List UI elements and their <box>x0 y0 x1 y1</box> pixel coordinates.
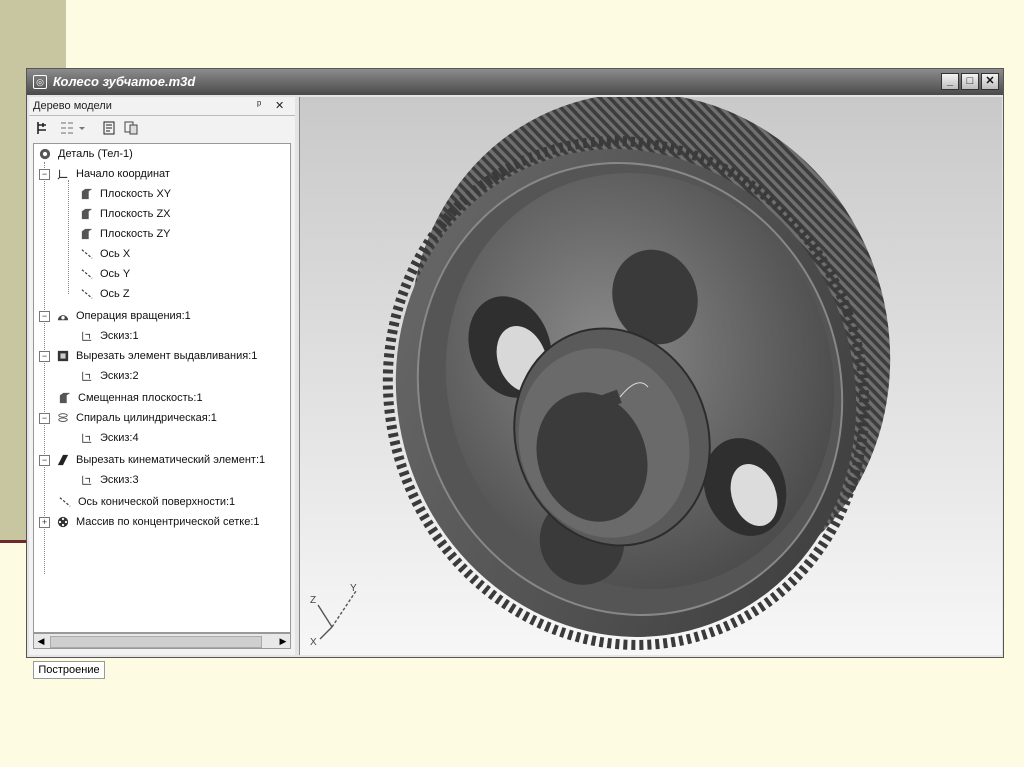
collapse-toggle[interactable]: − <box>39 350 50 362</box>
tree-item-label: Плоскость XY <box>100 188 172 200</box>
tree-item-label: Ось Y <box>100 268 131 280</box>
tree-item-label: Ось X <box>100 248 131 260</box>
tree-item-label: Эскиз:4 <box>100 432 139 444</box>
minimize-button[interactable]: _ <box>941 73 959 90</box>
close-button[interactable]: ✕ <box>981 73 999 90</box>
panel-toolbar <box>29 116 295 140</box>
panel-close-icon[interactable]: ✕ <box>275 99 284 112</box>
expand-toggle[interactable]: + <box>39 516 50 528</box>
model-tree-panel: Дерево модели ᵖ ✕ Деталь (Тел-1) − Начало <box>29 97 295 679</box>
maximize-button[interactable]: □ <box>961 73 979 90</box>
panel-header: Дерево модели ᵖ ✕ <box>29 97 295 116</box>
window-titlebar[interactable]: ◎ Колесо зубчатое.m3d _ □ ✕ <box>27 69 1003 95</box>
collapse-toggle[interactable]: − <box>39 454 50 466</box>
tree-item-label: Вырезать кинематический элемент:1 <box>76 454 266 466</box>
axis-icon <box>81 269 93 279</box>
tree-item-label: Плоскость ZX <box>100 208 171 220</box>
tree-item-label: Ось конической поверхности:1 <box>78 496 236 508</box>
helix-icon <box>58 413 68 422</box>
scroll-left-icon[interactable]: ◀ <box>34 634 48 648</box>
part-icon <box>39 148 51 160</box>
document-window: ◎ Колесо зубчатое.m3d _ □ ✕ Дерево модел… <box>26 68 1004 679</box>
relations-icon[interactable] <box>123 120 139 136</box>
tree-item-offset-plane[interactable]: Смещенная плоскость:1 <box>58 392 203 410</box>
collapse-toggle[interactable]: − <box>39 310 50 322</box>
tree-item-sweep-cut[interactable]: − Вырезать кинематический элемент:1 <box>39 454 265 472</box>
document-properties-icon[interactable] <box>101 120 117 136</box>
tree-item-axis-z[interactable]: Ось Z <box>80 288 130 306</box>
tree-item-label: Ось Z <box>100 288 130 300</box>
tree-item-sketch-1[interactable]: Эскиз:1 <box>80 330 139 348</box>
tree-item-label: Деталь (Тел-1) <box>58 148 133 160</box>
tree-item-sketch-2[interactable]: Эскиз:2 <box>80 370 139 388</box>
axis-label-z: Z <box>310 595 316 606</box>
pattern-icon <box>57 516 69 528</box>
origin-icon <box>57 169 68 180</box>
tree-item-plane-xy[interactable]: Плоскость XY <box>80 188 171 206</box>
scroll-right-icon[interactable]: ▶ <box>276 634 290 648</box>
3d-viewport[interactable]: Z Y X <box>299 97 1002 655</box>
plane-icon <box>81 208 93 220</box>
tree-item-label: Спираль цилиндрическая:1 <box>76 412 217 424</box>
tree-item-label: Массив по концентрической сетке:1 <box>76 516 260 528</box>
horizontal-scrollbar[interactable]: ◀ ▶ <box>33 633 291 649</box>
tree-item-label: Эскиз:1 <box>100 330 139 342</box>
axis-icon <box>59 497 71 507</box>
tree-item-label: Эскиз:3 <box>100 474 139 486</box>
tree-item-plane-zx[interactable]: Плоскость ZX <box>80 208 171 226</box>
tree-item-label: Эскиз:2 <box>100 370 139 382</box>
tree-item-label: Вырезать элемент выдавливания:1 <box>76 350 258 362</box>
sweep-cut-icon <box>57 454 69 466</box>
tree-item-label: Операция вращения:1 <box>76 310 191 322</box>
tree-item-sketch-4[interactable]: Эскиз:4 <box>80 432 139 450</box>
document-icon: ◎ <box>33 75 47 89</box>
tree-item-cone-axis[interactable]: Ось конической поверхности:1 <box>58 496 235 514</box>
axis-icon <box>81 249 93 259</box>
tree-item-label: Начало координат <box>76 168 170 180</box>
plane-icon <box>81 228 93 240</box>
sketch-icon <box>82 331 92 341</box>
gear-model[interactable] <box>300 97 1002 655</box>
collapse-toggle[interactable]: − <box>39 168 50 180</box>
tab-construction[interactable]: Построение <box>33 661 105 679</box>
tree-structure-icon[interactable] <box>35 120 51 136</box>
tree-item-part[interactable]: Деталь (Тел-1) <box>38 148 133 166</box>
axis-label-y: Y <box>350 583 357 594</box>
sketch-icon <box>82 475 92 485</box>
sketch-icon <box>82 371 92 381</box>
tree-item-pattern[interactable]: + Массив по концентрической сетке:1 <box>39 516 260 534</box>
dropdown-arrow-icon[interactable] <box>77 120 87 136</box>
axis-label-x: X <box>310 637 317 647</box>
model-tree: Деталь (Тел-1) − Начало координат Плоскос… <box>33 143 291 633</box>
panel-title: Дерево модели <box>33 100 112 112</box>
tree-item-label: Смещенная плоскость:1 <box>78 392 203 404</box>
sketch-icon <box>82 433 92 443</box>
tree-item-revolve[interactable]: − Операция вращения:1 <box>39 310 191 328</box>
axis-icon <box>81 289 93 299</box>
tree-item-label: Плоскость ZY <box>100 228 171 240</box>
tree-item-extrude-cut[interactable]: − Вырезать элемент выдавливания:1 <box>39 350 257 368</box>
tree-item-sketch-3[interactable]: Эскиз:3 <box>80 474 139 492</box>
plane-icon <box>81 188 93 200</box>
pin-icon[interactable]: ᵖ <box>257 99 261 111</box>
axis-triad: Z Y X <box>310 583 357 647</box>
tree-item-helix[interactable]: − Спираль цилиндрическая:1 <box>39 412 217 430</box>
extrude-cut-icon <box>57 350 69 362</box>
plane-icon <box>59 392 71 404</box>
tree-item-axis-x[interactable]: Ось X <box>80 248 130 266</box>
revolve-icon <box>57 315 69 321</box>
scroll-thumb[interactable] <box>50 636 262 648</box>
tree-item-axis-y[interactable]: Ось Y <box>80 268 130 286</box>
tree-item-origin[interactable]: − Начало координат <box>39 168 170 186</box>
window-title: Колесо зубчатое.m3d <box>53 74 196 89</box>
tree-item-plane-zy[interactable]: Плоскость ZY <box>80 228 171 246</box>
collapse-toggle[interactable]: − <box>39 412 50 424</box>
tree-view-icon[interactable] <box>59 120 75 136</box>
